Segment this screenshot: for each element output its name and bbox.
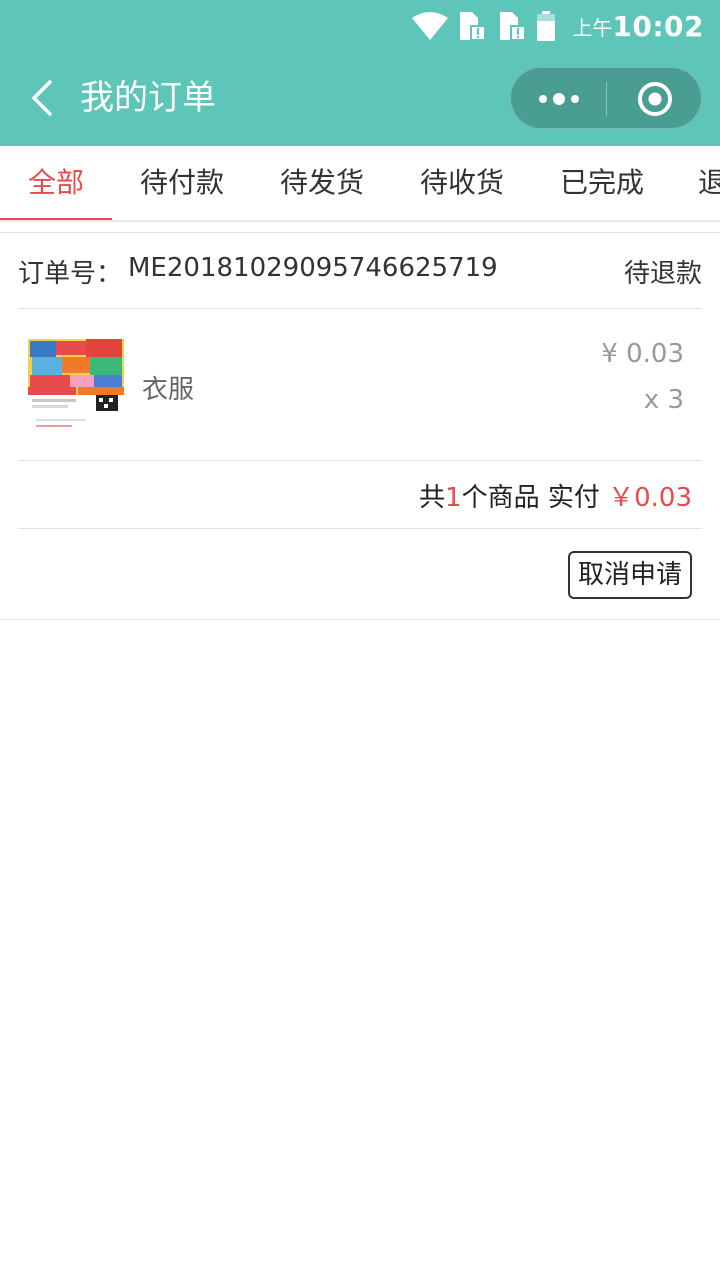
status-bar: 上午 10:02 [0,0,720,50]
chevron-left-icon [32,80,52,116]
tab-pending-payment[interactable]: 待付款 [126,146,238,220]
back-button[interactable] [22,78,62,118]
battery-icon [536,11,556,41]
sim2-icon [496,10,528,42]
order-header: 订单号： ME20181029095746625719 待退款 [18,233,702,309]
order-actions: 取消申请 [18,529,702,621]
product-name: 衣服 [142,375,195,405]
order-summary: 共1个商品 实付 ￥0.03 [18,461,702,529]
tab-all[interactable]: 全部 [0,146,112,220]
summary-count: 1 [445,483,462,513]
order-number: ME20181029095746625719 [128,253,498,283]
page-title: 我的订单 [80,78,216,118]
tab-refund[interactable]: 退 [698,146,720,220]
product-thumbnail-image [26,335,126,435]
order-item[interactable]: 衣服 ¥ 0.03 x 3 [18,309,702,461]
product-quantity: x 3 [643,385,684,415]
tab-pending-shipment[interactable]: 待发货 [266,146,378,220]
more-button[interactable] [511,68,607,130]
order-number-label: 订单号： [18,259,123,289]
summary-prefix: 共 [419,483,446,513]
order-status: 待退款 [623,259,702,289]
product-price: ¥ 0.03 [601,339,684,369]
close-button[interactable] [607,68,703,130]
status-time: 10:02 [612,9,704,43]
summary-total: ￥0.03 [608,483,692,513]
nav-bar: 我的订单 [0,50,720,146]
sim1-icon [456,10,488,42]
summary-text: 共1个商品 实付 ￥0.03 [419,477,692,514]
status-icons: 上午 10:02 [412,8,704,44]
mini-program-capsule [510,67,702,129]
status-time-prefix: 上午 [572,15,613,40]
more-dots-icon [539,93,579,105]
cancel-request-button[interactable]: 取消申请 [567,551,692,599]
tab-pending-receipt[interactable]: 待收货 [406,146,518,220]
order-card[interactable]: 订单号： ME20181029095746625719 待退款 衣服 ¥ 0.0… [0,232,720,620]
summary-middle: 个商品 实付 [461,483,600,513]
tab-active-indicator [0,218,112,220]
tab-completed[interactable]: 已完成 [546,146,658,220]
target-circle-icon [638,82,672,116]
order-tabs: 全部 待付款 待发货 待收货 已完成 退 [0,146,720,222]
wifi-icon [412,12,449,40]
